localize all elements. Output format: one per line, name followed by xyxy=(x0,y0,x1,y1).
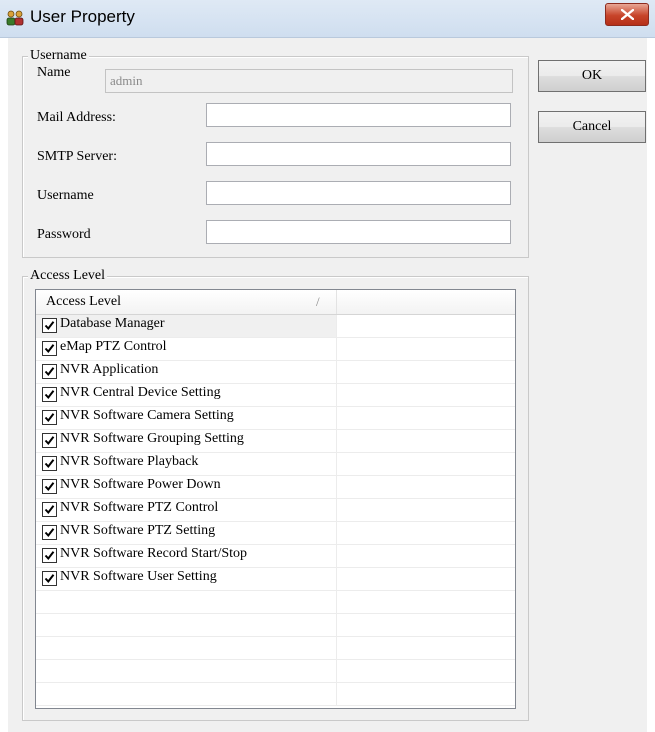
empty-row xyxy=(36,683,515,706)
access-checkbox[interactable] xyxy=(42,502,57,517)
list-cell: NVR Software Camera Setting xyxy=(36,407,337,429)
title-bar: User Property xyxy=(0,0,655,38)
checkmark-icon xyxy=(44,413,55,423)
list-cell: NVR Software PTZ Setting xyxy=(36,522,337,544)
list-item-label: eMap PTZ Control xyxy=(60,339,167,354)
access-checkbox[interactable] xyxy=(42,433,57,448)
list-item-label: NVR Software Playback xyxy=(60,454,199,469)
empty-row xyxy=(36,614,515,637)
list-cell: NVR Software Record Start/Stop xyxy=(36,545,337,567)
access-checkbox[interactable] xyxy=(42,341,57,356)
mail-address-label: Mail Address: xyxy=(37,110,116,125)
username-label: Username xyxy=(37,188,94,203)
checkmark-icon xyxy=(44,482,55,492)
list-item-label: NVR Software PTZ Control xyxy=(60,500,219,515)
access-checkbox[interactable] xyxy=(42,525,57,540)
checkmark-icon xyxy=(44,321,55,331)
list-item-label: NVR Software Power Down xyxy=(60,477,221,492)
list-cell xyxy=(36,660,337,682)
users-icon xyxy=(6,10,24,26)
list-cell xyxy=(36,637,337,659)
checkmark-icon xyxy=(44,551,55,561)
ok-button[interactable]: OK xyxy=(538,60,646,92)
smtp-server-label: SMTP Server: xyxy=(37,149,117,164)
sort-indicator: / xyxy=(316,294,320,309)
list-cell xyxy=(36,591,337,613)
access-checkbox[interactable] xyxy=(42,571,57,586)
access-checkbox[interactable] xyxy=(42,387,57,402)
list-item[interactable]: Database Manager xyxy=(36,315,515,338)
list-cell xyxy=(36,614,337,636)
list-item[interactable]: NVR Software Playback xyxy=(36,453,515,476)
list-item-label: NVR Central Device Setting xyxy=(60,385,221,400)
list-item-label: NVR Application xyxy=(60,362,159,377)
list-cell: NVR Software Grouping Setting xyxy=(36,430,337,452)
list-item[interactable]: NVR Software Power Down xyxy=(36,476,515,499)
checkmark-icon xyxy=(44,505,55,515)
list-item[interactable]: NVR Software User Setting xyxy=(36,568,515,591)
list-cell: NVR Central Device Setting xyxy=(36,384,337,406)
smtp-server-field[interactable] xyxy=(206,142,511,166)
username-group-legend: Username xyxy=(28,48,89,64)
list-item-label: NVR Software User Setting xyxy=(60,569,217,584)
checkmark-icon xyxy=(44,390,55,400)
access-level-list[interactable]: Access Level / Database Manager eMap PTZ … xyxy=(35,289,516,709)
access-checkbox[interactable] xyxy=(42,548,57,563)
access-checkbox[interactable] xyxy=(42,410,57,425)
checkmark-icon xyxy=(44,528,55,538)
window-title: User Property xyxy=(30,7,135,26)
list-cell: NVR Software Power Down xyxy=(36,476,337,498)
empty-row xyxy=(36,591,515,614)
list-item-label: Database Manager xyxy=(60,316,165,331)
checkmark-icon xyxy=(44,367,55,377)
list-cell xyxy=(36,683,337,705)
list-item-label: NVR Software Grouping Setting xyxy=(60,431,244,446)
close-icon xyxy=(621,9,634,20)
list-item-label: NVR Software Record Start/Stop xyxy=(60,546,248,561)
list-item[interactable]: NVR Software Camera Setting xyxy=(36,407,515,430)
checkmark-icon xyxy=(44,344,55,354)
empty-row xyxy=(36,660,515,683)
access-checkbox[interactable] xyxy=(42,318,57,333)
list-item[interactable]: NVR Software Grouping Setting xyxy=(36,430,515,453)
checkmark-icon xyxy=(44,436,55,446)
checkmark-icon xyxy=(44,574,55,584)
checkmark-icon xyxy=(44,459,55,469)
name-field: admin xyxy=(105,69,513,93)
list-header: Access Level / xyxy=(36,290,515,315)
list-cell: eMap PTZ Control xyxy=(36,338,337,360)
list-item[interactable]: NVR Central Device Setting xyxy=(36,384,515,407)
list-item-label: NVR Software PTZ Setting xyxy=(60,523,216,538)
username-field[interactable] xyxy=(206,181,511,205)
list-item[interactable]: NVR Software PTZ Control xyxy=(36,499,515,522)
access-level-group-legend: Access Level xyxy=(28,268,108,284)
list-cell: NVR Application xyxy=(36,361,337,383)
column-header-access-level[interactable]: Access Level / xyxy=(36,290,337,314)
column-header-label: Access Level xyxy=(46,294,122,309)
mail-address-field[interactable] xyxy=(206,103,511,127)
list-item[interactable]: NVR Software Record Start/Stop xyxy=(36,545,515,568)
list-cell: NVR Software User Setting xyxy=(36,568,337,590)
access-checkbox[interactable] xyxy=(42,479,57,494)
list-item[interactable]: NVR Software PTZ Setting xyxy=(36,522,515,545)
password-field[interactable] xyxy=(206,220,511,244)
close-button[interactable] xyxy=(605,3,649,26)
list-cell: Database Manager xyxy=(36,315,337,337)
list-item-label: NVR Software Camera Setting xyxy=(60,408,234,423)
list-cell: NVR Software Playback xyxy=(36,453,337,475)
access-checkbox[interactable] xyxy=(42,456,57,471)
name-label: Name xyxy=(37,65,71,80)
empty-row xyxy=(36,637,515,660)
access-checkbox[interactable] xyxy=(42,364,57,379)
list-item[interactable]: NVR Application xyxy=(36,361,515,384)
list-cell: NVR Software PTZ Control xyxy=(36,499,337,521)
list-item[interactable]: eMap PTZ Control xyxy=(36,338,515,361)
cancel-button[interactable]: Cancel xyxy=(538,111,646,143)
password-label: Password xyxy=(37,227,91,242)
